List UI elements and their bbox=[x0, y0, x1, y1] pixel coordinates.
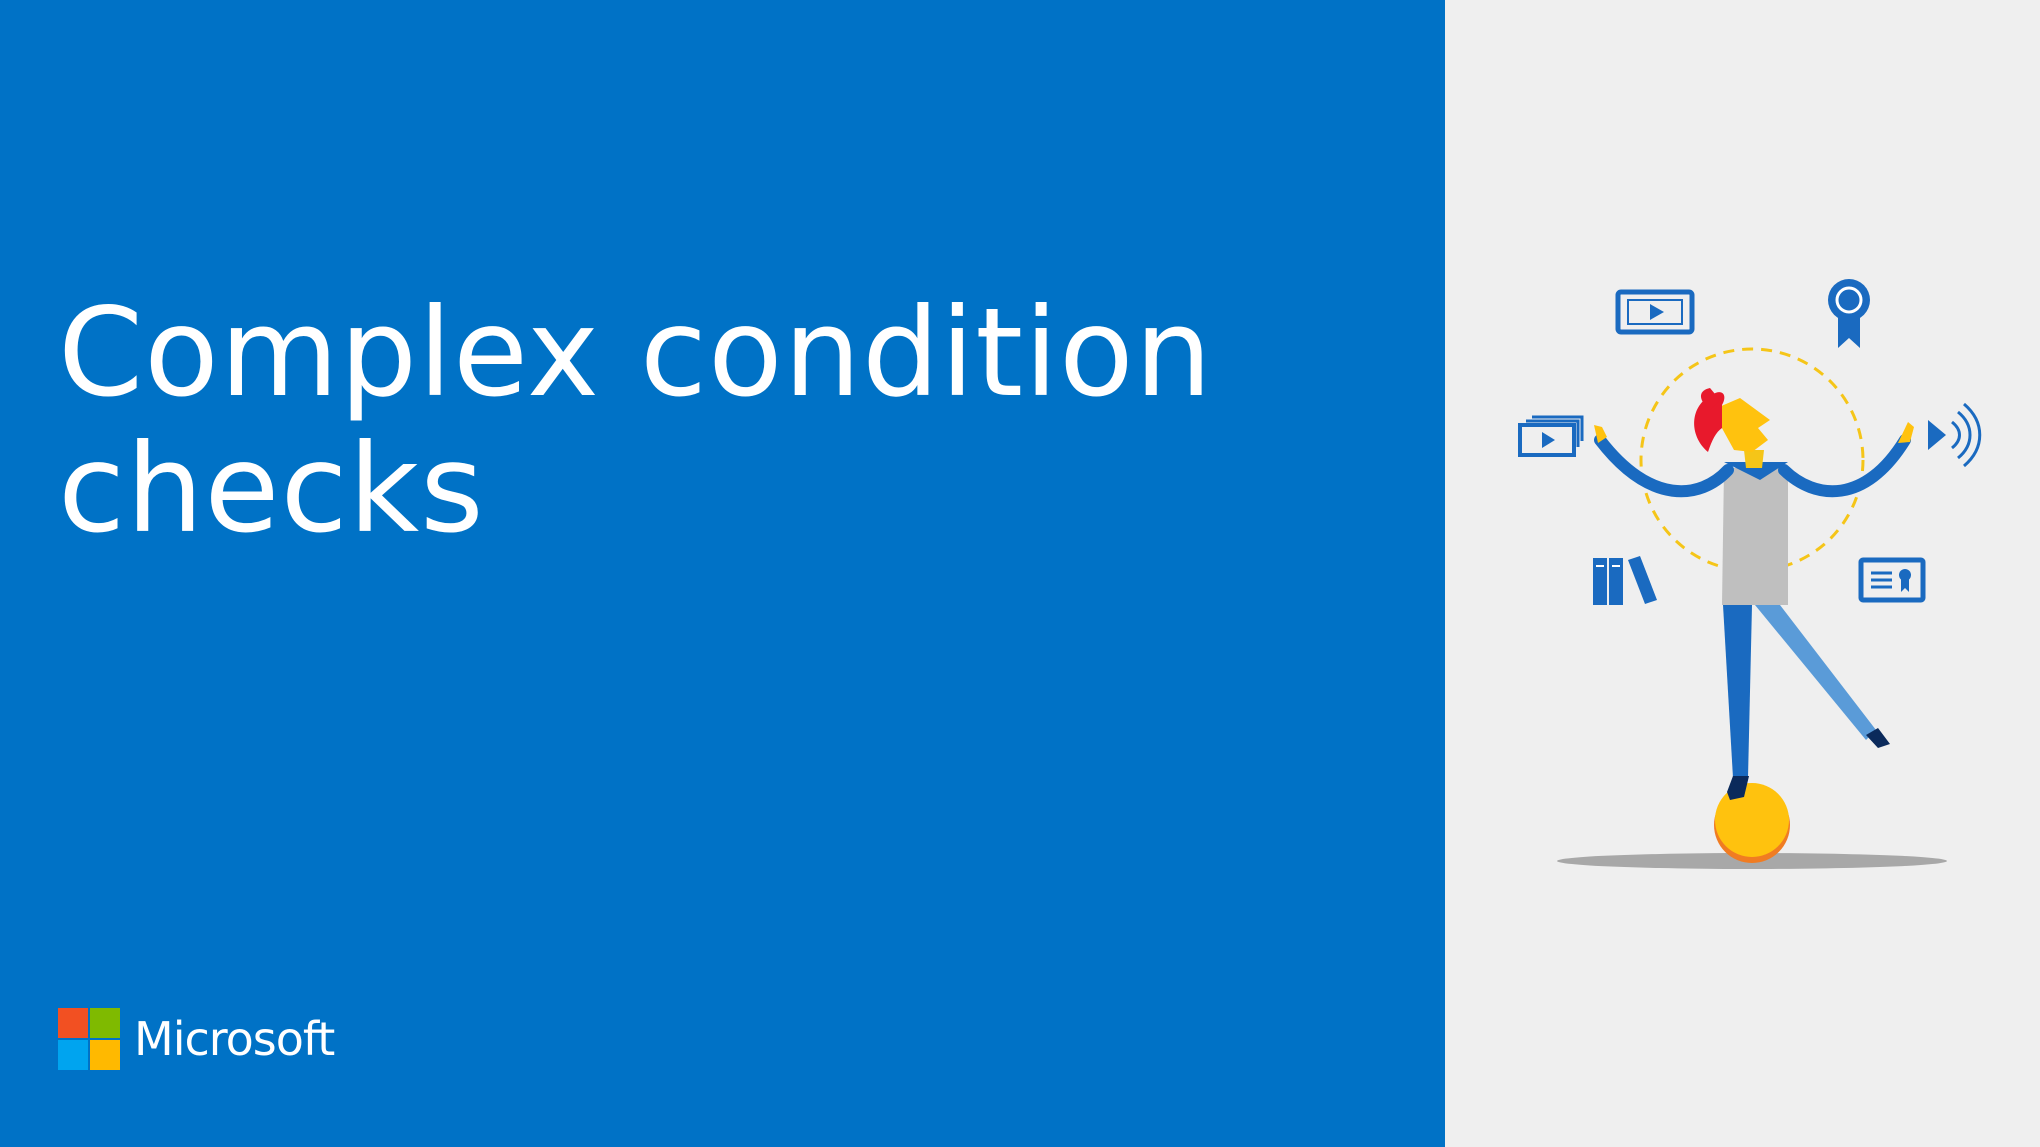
slide-title: Complex condition checks bbox=[58, 285, 1398, 557]
torso bbox=[1722, 468, 1788, 605]
ball-highlight bbox=[1715, 783, 1789, 857]
award-ribbon-icon bbox=[1828, 279, 1870, 348]
slide: Complex condition checks Microsoft bbox=[0, 0, 2040, 1147]
right-arm bbox=[1778, 434, 1911, 498]
video-stack-icon bbox=[1518, 415, 1584, 457]
logo-red-square bbox=[58, 1008, 88, 1038]
neck bbox=[1744, 450, 1764, 468]
slide-title-line-1: Complex condition bbox=[58, 282, 1213, 424]
microsoft-wordmark: Microsoft bbox=[134, 1012, 335, 1066]
audio-speaker-icon bbox=[1928, 402, 1982, 468]
microsoft-logo-grid-icon bbox=[58, 1008, 120, 1070]
right-hand bbox=[1898, 422, 1914, 443]
slide-title-line-2: checks bbox=[58, 418, 485, 560]
title-panel: Complex condition checks Microsoft bbox=[0, 0, 1445, 1147]
logo-yellow-square bbox=[90, 1040, 120, 1070]
logo-green-square bbox=[90, 1008, 120, 1038]
certificate-icon bbox=[1858, 557, 1926, 603]
logo-blue-square bbox=[58, 1040, 88, 1070]
person-balancing-on-ball-icon bbox=[1518, 279, 1982, 869]
books-icon bbox=[1593, 556, 1657, 605]
microsoft-logo: Microsoft bbox=[58, 1007, 335, 1071]
standing-leg bbox=[1723, 605, 1752, 778]
back-leg bbox=[1755, 605, 1876, 740]
video-play-icon bbox=[1615, 289, 1695, 335]
